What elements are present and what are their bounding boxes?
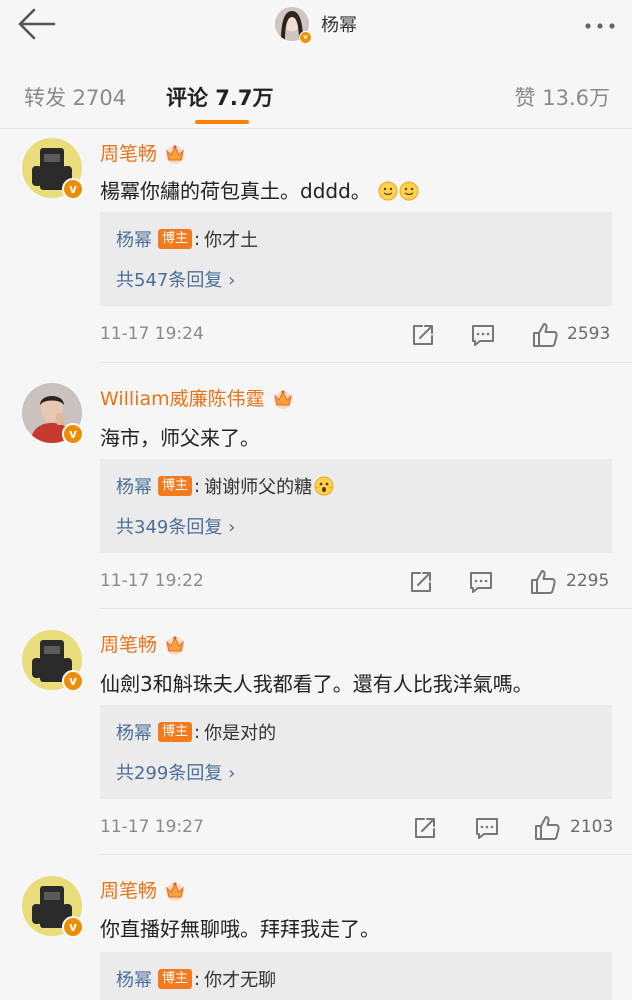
reply-author[interactable]: 杨幂	[116, 226, 152, 252]
more-button[interactable]	[582, 14, 618, 38]
thumbs-up-icon[interactable]	[530, 320, 560, 350]
reply-preview: 杨幂 博主 : 你是对的	[116, 719, 276, 745]
comment-meta: 11-17 19:24 2593	[100, 320, 612, 350]
verified-v-icon: v	[62, 670, 84, 692]
reply-colon: :	[194, 228, 201, 250]
reply-colon: :	[194, 475, 201, 497]
header-title-group[interactable]: v 杨幂	[0, 6, 632, 44]
more-dots-icon	[585, 23, 615, 29]
avatar[interactable]: v	[22, 876, 84, 938]
reply-author[interactable]: 杨幂	[116, 473, 152, 499]
comment-divider	[100, 362, 632, 363]
share-icon[interactable]	[408, 320, 438, 350]
reply-box[interactable]: 杨幂 博主 : 你是对的 共299条回复 ›	[100, 705, 612, 799]
tab-comments[interactable]: 评论 7.7万	[166, 82, 274, 112]
comment-text-content: 你直播好無聊哦。拜拜我走了。	[100, 917, 380, 941]
reply-author[interactable]: 杨幂	[116, 966, 152, 992]
reply-preview: 杨幂 博主 : 你才无聊	[116, 966, 276, 992]
comment-author-name[interactable]: 周笔畅	[100, 139, 157, 166]
comment-divider	[100, 854, 632, 855]
comment-text: 楊冪你繡的荷包真土。dddd。	[100, 175, 419, 204]
reply-box[interactable]: 杨幂 博主 : 你才土 共547条回复 ›	[100, 212, 612, 306]
comment-icon[interactable]	[468, 320, 498, 350]
comment-meta: 11-17 19:22 2295	[100, 567, 612, 597]
comment-author[interactable]: 周笔畅	[100, 876, 187, 903]
crown-icon	[273, 389, 292, 409]
avatar[interactable]: v	[22, 138, 84, 200]
comment-author[interactable]: 周笔畅	[100, 630, 187, 657]
comment-meta: 11-17 19:27 2103	[100, 813, 614, 843]
reply-colon: :	[194, 968, 201, 990]
comment-author-name[interactable]: 周笔畅	[100, 876, 157, 903]
thumbs-up-icon[interactable]	[532, 813, 562, 843]
reply-preview: 杨幂 博主 : 你才土	[116, 226, 258, 252]
comment-author-name[interactable]: 周笔畅	[100, 630, 157, 657]
timestamp: 11-17 19:22	[100, 571, 204, 591]
reply-count-link[interactable]: 共349条回复 ›	[116, 513, 235, 539]
like-count: 2593	[567, 324, 611, 344]
comment-text-content: 仙劍3和斛珠夫人我都看了。還有人比我洋氣嗎。	[100, 672, 533, 696]
comment-text-content: 楊冪你繡的荷包真土。dddd。	[100, 179, 371, 203]
comment-text: 海市，师父来了。	[100, 422, 260, 451]
reply-box[interactable]: 杨幂 博主 : 你才无聊	[100, 952, 612, 1000]
reply-text: 谢谢师父的糖	[204, 477, 313, 498]
tab-likes[interactable]: 赞 13.6万	[515, 82, 610, 112]
reply-count-link[interactable]: 共299条回复 ›	[116, 759, 235, 785]
reply-text: 你才土	[204, 230, 259, 251]
like-count: 2295	[566, 571, 610, 591]
avatar[interactable]: v	[22, 630, 84, 692]
reply-preview: 杨幂 博主 : 谢谢师父的糖	[116, 473, 334, 499]
timestamp: 11-17 19:27	[100, 817, 204, 837]
comment-author[interactable]: 周笔畅	[100, 139, 187, 166]
crown-icon	[166, 881, 185, 901]
reply-text: 你是对的	[204, 723, 277, 744]
op-badge: 博主	[158, 722, 193, 742]
like-count: 2103	[570, 817, 614, 837]
op-badge: 博主	[158, 969, 193, 989]
comment-text-content: 海市，师父来了。	[100, 426, 260, 450]
top-bar: v 杨幂	[0, 0, 632, 58]
comment-divider	[100, 608, 632, 609]
crown-icon	[166, 144, 185, 164]
avatar[interactable]: v	[22, 383, 84, 445]
tab-active-indicator	[195, 120, 249, 124]
comment-text: 你直播好無聊哦。拜拜我走了。	[100, 913, 380, 942]
comment-icon[interactable]	[472, 813, 502, 843]
comment-text: 仙劍3和斛珠夫人我都看了。還有人比我洋氣嗎。	[100, 668, 533, 697]
smile-emoji-icon	[378, 181, 398, 201]
comment-author[interactable]: William威廉陈伟霆	[100, 384, 295, 411]
verified-v-icon: v	[299, 31, 312, 44]
verified-v-icon: v	[62, 916, 84, 938]
tab-forward[interactable]: 转发 2704	[24, 82, 126, 112]
op-badge: 博主	[158, 229, 193, 249]
comment-icon[interactable]	[466, 567, 496, 597]
reply-box[interactable]: 杨幂 博主 : 谢谢师父的糖 共349条回复 ›	[100, 459, 612, 553]
verified-v-icon: v	[62, 178, 84, 200]
tabs-divider	[0, 128, 632, 129]
verified-v-icon: v	[62, 423, 84, 445]
reply-colon: :	[194, 721, 201, 743]
timestamp: 11-17 19:24	[100, 324, 204, 344]
share-icon[interactable]	[410, 813, 440, 843]
comment-author-name[interactable]: William威廉陈伟霆	[100, 384, 265, 411]
tab-bar: 转发 2704 评论 7.7万 赞 13.6万	[0, 58, 632, 128]
crown-icon	[166, 635, 185, 655]
smile-emoji-icon	[399, 181, 419, 201]
reply-count-link[interactable]: 共547条回复 ›	[116, 266, 235, 292]
reply-text: 你才无聊	[204, 970, 277, 991]
op-badge: 博主	[158, 476, 193, 496]
scared-emoji-icon	[314, 476, 334, 496]
thumbs-up-icon[interactable]	[528, 567, 558, 597]
share-icon[interactable]	[406, 567, 436, 597]
page-title: 杨幂	[321, 15, 357, 36]
avatar[interactable]: v	[275, 7, 312, 44]
reply-author[interactable]: 杨幂	[116, 719, 152, 745]
